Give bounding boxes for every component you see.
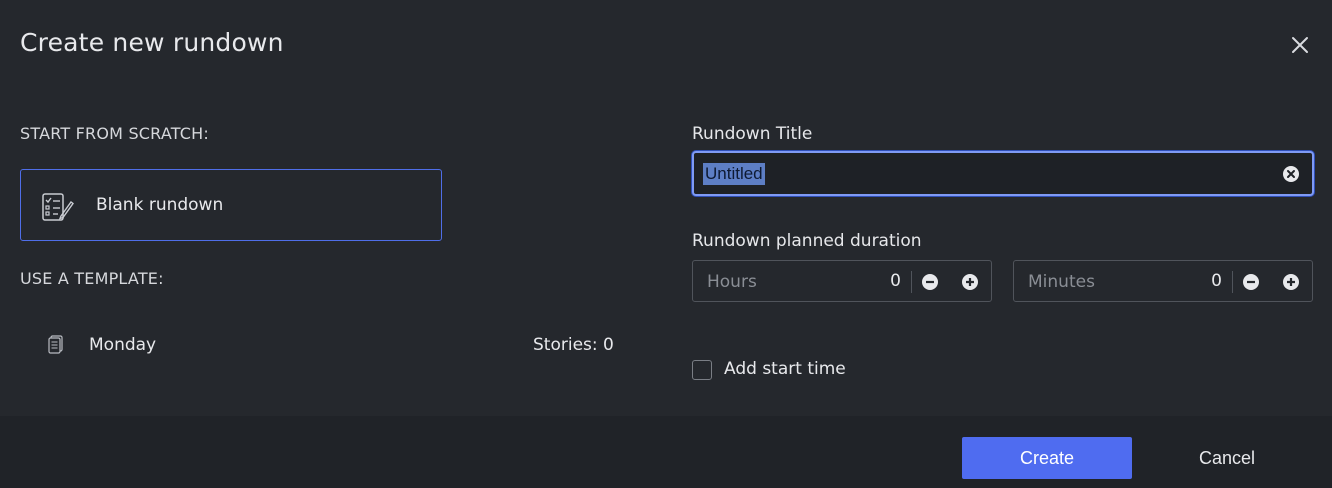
hours-minus-icon[interactable] [921, 273, 939, 295]
minutes-placeholder: Minutes [1028, 272, 1095, 292]
checklist-edit-icon [41, 192, 75, 226]
rundown-title-input[interactable] [702, 161, 1262, 185]
template-item-monday[interactable]: Monday Stories: 0 [20, 328, 620, 362]
clear-circle-icon[interactable] [1282, 165, 1300, 187]
hours-value: 0 [890, 271, 901, 291]
close-icon[interactable] [1288, 33, 1312, 57]
dialog-title: Create new rundown [20, 28, 284, 57]
minutes-plus-icon[interactable] [1282, 273, 1300, 295]
blank-rundown-label: Blank rundown [96, 195, 224, 215]
document-icon [48, 335, 64, 359]
rundown-title-label: Rundown Title [692, 124, 813, 144]
start-from-scratch-label: START FROM SCRATCH: [20, 124, 209, 143]
planned-duration-label: Rundown planned duration [692, 231, 922, 251]
minutes-stepper[interactable]: Minutes 0 [1013, 260, 1313, 302]
minutes-divider [1232, 271, 1233, 293]
dialog-footer: Create Cancel [0, 416, 1332, 488]
template-name: Monday [89, 335, 157, 355]
blank-rundown-card[interactable]: Blank rundown [20, 169, 442, 241]
create-button[interactable]: Create [962, 437, 1132, 479]
rundown-title-field[interactable]: Untitled [692, 151, 1314, 196]
hours-placeholder: Hours [707, 272, 757, 292]
add-start-time-label: Add start time [724, 359, 846, 379]
use-template-label: USE A TEMPLATE: [20, 269, 164, 288]
add-start-time-checkbox[interactable] [692, 360, 712, 380]
hours-divider [911, 271, 912, 293]
cancel-button[interactable]: Cancel [1142, 437, 1312, 479]
hours-stepper[interactable]: Hours 0 [692, 260, 992, 302]
create-rundown-dialog: Create new rundown START FROM SCRATCH: B… [0, 0, 1332, 488]
template-stories-count: Stories: 0 [533, 335, 614, 355]
hours-plus-icon[interactable] [961, 273, 979, 295]
minutes-minus-icon[interactable] [1242, 273, 1260, 295]
minutes-value: 0 [1211, 271, 1222, 291]
